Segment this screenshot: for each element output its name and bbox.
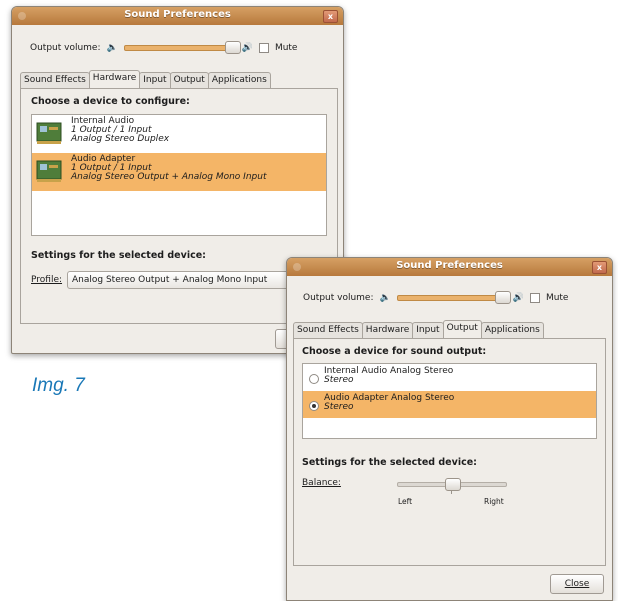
titlebar: Sound Preferences x [287, 258, 612, 276]
tab-output[interactable]: Output [442, 320, 482, 338]
output-volume-slider[interactable] [396, 291, 511, 304]
output-mode: Stereo [324, 375, 354, 385]
window-title: Sound Preferences [396, 260, 503, 271]
balance-slider[interactable] [397, 478, 507, 494]
output-volume-label: Output volume: [30, 43, 101, 53]
speaker-high-icon: 🔊 [512, 293, 524, 303]
titlebar: Sound Preferences x [12, 7, 343, 25]
device-row-internal-audio[interactable]: Internal Audio 1 Output / 1 Input Analog… [32, 115, 326, 153]
device-row-audio-adapter[interactable]: Audio Adapter 1 Output / 1 Input Analog … [32, 153, 326, 191]
choose-output-title: Choose a device for sound output: [302, 346, 487, 357]
choose-device-title: Choose a device to configure: [31, 96, 190, 107]
speaker-low-icon: 🔈 [106, 43, 118, 53]
output-volume-row: Output volume: 🔈 🔊 Mute [30, 41, 298, 54]
volume-slider-knob[interactable] [224, 41, 241, 54]
sound-preferences-window-output: Sound Preferences x Output volume: 🔈 🔊 M… [286, 257, 613, 601]
balance-center-tick [451, 491, 452, 494]
output-volume-label: Output volume: [303, 293, 374, 303]
window-title: Sound Preferences [124, 9, 231, 20]
settings-title: Settings for the selected device: [31, 250, 206, 261]
device-list[interactable]: Internal Audio 1 Output / 1 Input Analog… [31, 114, 327, 236]
sound-card-icon [36, 122, 62, 144]
output-mode: Stereo [324, 402, 354, 412]
mute-checkbox[interactable] [529, 293, 540, 303]
mute-label: Mute [545, 293, 569, 303]
sound-card-icon [36, 160, 62, 182]
output-row-audio-adapter[interactable]: Audio Adapter Analog Stereo Stereo [303, 391, 596, 418]
output-row-internal-audio[interactable]: Internal Audio Analog Stereo Stereo [303, 364, 596, 391]
balance-slider-knob[interactable] [445, 478, 461, 491]
profile-label: Profile: [31, 275, 63, 285]
balance-left-label: Left [398, 497, 413, 506]
device-profile: Analog Stereo Duplex [71, 134, 170, 144]
balance-right-label: Right [484, 497, 504, 506]
volume-slider-knob[interactable] [494, 291, 511, 304]
mute-label: Mute [274, 43, 298, 53]
speaker-low-icon: 🔈 [379, 293, 391, 303]
output-volume-slider[interactable] [123, 41, 241, 54]
tab-hardware[interactable]: Hardware [88, 70, 141, 88]
close-icon[interactable]: x [592, 261, 607, 274]
balance-label: Balance: [302, 478, 341, 488]
close-button[interactable]: Close [550, 574, 604, 594]
device-profile: Analog Stereo Output + Analog Mono Input [71, 172, 267, 182]
output-volume-row: Output volume: 🔈 🔊 Mute [303, 291, 569, 304]
close-icon[interactable]: x [323, 10, 338, 23]
settings-title: Settings for the selected device: [302, 457, 477, 468]
speaker-high-icon: 🔊 [241, 43, 253, 53]
mute-checkbox[interactable] [258, 43, 269, 53]
output-panel: Choose a device for sound output: Intern… [293, 338, 606, 566]
output-radio-selected[interactable] [309, 401, 319, 411]
output-device-list[interactable]: Internal Audio Analog Stereo Stereo Audi… [302, 363, 597, 439]
image-caption: Img. 7 [32, 375, 85, 396]
close-button-label: Close [564, 579, 590, 589]
output-radio[interactable] [309, 374, 319, 384]
